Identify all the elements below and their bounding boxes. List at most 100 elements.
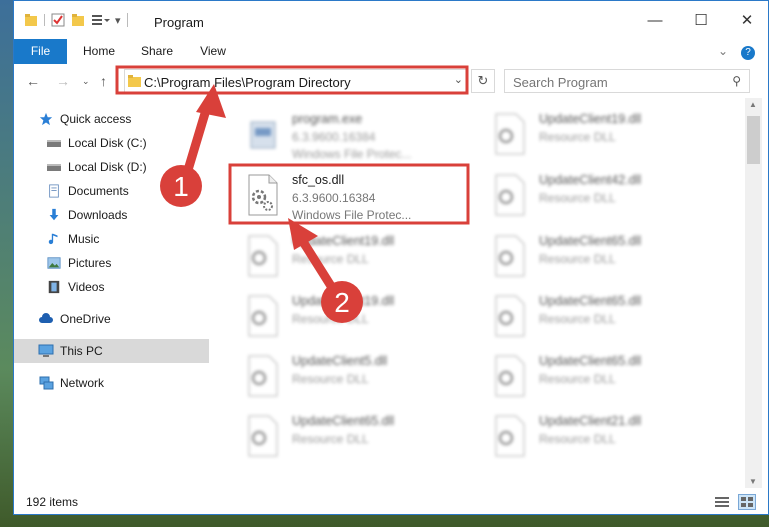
toolbar-divider [126,13,128,27]
scrollbar-thumb[interactable] [747,116,760,164]
file-item[interactable]: UpdateClient19.dll Resource DLL [486,106,726,164]
nav-label: Pictures [68,256,112,270]
quick-access-toolbar: ▾ [24,13,134,27]
tab-view[interactable]: View [188,39,238,64]
recent-dropdown-icon[interactable]: ⌄ [82,76,90,87]
nav-item-quick-access[interactable]: Quick access [14,107,232,131]
nav-item-onedrive[interactable]: OneDrive [14,307,232,331]
drive-icon [47,140,61,147]
maximize-icon: ☐ [694,12,708,29]
large-icons-view-icon[interactable] [738,494,756,510]
file-version: Resource DLL [539,191,616,205]
file-item[interactable]: UpdateClient65.dll Resource DLL [486,228,726,286]
dll-file-icon [495,415,525,457]
new-folder-icon[interactable] [71,13,85,27]
search-box[interactable]: ⚲ [504,69,750,93]
properties-icon[interactable] [51,13,65,27]
dll-file-icon [248,235,278,277]
folder-icon[interactable] [24,13,38,27]
nav-item-pictures[interactable]: Pictures 📌 [14,251,240,275]
nav-item-network[interactable]: Network [14,371,232,395]
file-item[interactable]: UpdateClient5.dll Resource DLL [239,348,479,406]
details-view-icon[interactable] [714,495,730,509]
file-version: 6.3.9600.16384 [292,130,376,144]
nav-item-videos[interactable]: Videos 📌 [14,275,240,299]
toolbar-dropdown-icon[interactable]: ▾ [115,14,121,27]
file-version: Resource DLL [539,372,616,386]
file-item[interactable]: UpdateClient65.dll Resource DLL [486,348,726,406]
file-name: UpdateClient65.dll [292,414,395,428]
nav-item-music[interactable]: Music 📌 [14,227,240,251]
folder-icon [128,75,141,87]
file-name: UpdateClient21.dll [539,414,642,428]
nav-item-local-disk-d[interactable]: Local Disk (D:) 📌 [14,155,240,179]
help-icon: ? [741,46,755,60]
file-item-sfc-os-dll[interactable]: sfc_os.dll 6.3.9600.16384 Windows File P… [239,167,479,225]
nav-label: This PC [60,344,103,358]
nav-item-downloads[interactable]: Downloads 📌 [14,203,240,227]
up-button[interactable]: ↑ [100,73,107,89]
exe-file-icon [250,121,276,149]
nav-item-documents[interactable]: Documents 📌 [14,179,240,203]
file-item[interactable]: UpdateClient65.dll Resource DLL [486,288,726,346]
nav-label: Network [60,376,105,390]
file-description: Windows File Protec... [292,147,412,161]
file-name: UpdateClient42.dll [539,173,642,187]
forward-button[interactable]: → [56,73,70,89]
scroll-down-icon[interactable]: ▼ [749,477,757,486]
address-bar[interactable]: C:\Program Files\Program Directory ⌄ [124,69,468,93]
nav-item-local-disk-c[interactable]: Local Disk (C:) 📌 [14,131,240,155]
dll-file-icon [495,235,525,277]
refresh-button[interactable]: ↻ [471,69,495,93]
status-bar: 192 items [14,488,768,514]
file-version: Resource DLL [539,130,616,144]
file-item[interactable]: UpdateClient42.dll Resource DLL [486,167,726,225]
file-name: UpdateClient65.dll [539,354,642,368]
file-name: UpdateClient19.dll [292,294,395,308]
expand-ribbon-icon[interactable]: ⌄ [714,39,732,64]
nav-label: Local Disk (D:) [68,160,147,174]
maximize-button[interactable]: ☐ [678,1,724,39]
address-row: ← → ⌄ ↑ C:\Program Files\Program Directo… [14,64,768,98]
file-version: Resource DLL [539,252,616,266]
file-version: Resource DLL [292,432,369,446]
computer-icon [38,344,54,357]
file-item[interactable]: UpdateClient65.dll Resource DLL [239,408,479,466]
ribbon-tabs: File Home Share View ⌄ ? [14,39,768,97]
back-button[interactable]: ← [26,73,40,89]
drive-icon [47,164,61,171]
nav-item-this-pc[interactable]: This PC [14,339,232,363]
file-item[interactable]: UpdateClient19.dll Resource DLL [239,288,479,346]
file-version: Resource DLL [539,312,616,326]
file-name: UpdateClient65.dll [539,234,642,248]
minimize-button[interactable]: — [632,1,678,39]
file-item-program-exe[interactable]: program.exe 6.3.9600.16384 Windows File … [239,106,479,164]
vertical-scrollbar[interactable]: ▲ ▼ [745,98,762,488]
close-button[interactable]: ✕ [724,1,768,39]
refresh-icon: ↻ [477,73,489,88]
file-item[interactable]: UpdateClient19.dll Resource DLL [239,228,479,286]
file-version: Resource DLL [539,432,616,446]
dll-file-icon [248,415,278,457]
nav-label: Documents [68,184,129,198]
dll-file-icon [495,174,525,216]
scroll-up-icon[interactable]: ▲ [749,100,757,109]
pictures-icon [47,257,61,269]
file-description: Windows File Protec... [292,208,412,222]
navigation-pane: Quick access Local Disk (C:) 📌 Local Dis… [14,98,234,488]
file-item[interactable]: UpdateClient21.dll Resource DLL [486,408,726,466]
search-input[interactable] [511,73,725,91]
dll-file-icon [495,295,525,337]
address-dropdown-icon[interactable]: ⌄ [454,73,463,86]
network-icon [39,376,54,390]
close-icon: ✕ [740,12,754,29]
tab-home[interactable]: Home [74,39,124,64]
customize-toolbar-icon[interactable] [91,13,111,27]
title-bar: ▾ Program — ☐ ✕ [14,1,768,39]
file-list: program.exe 6.3.9600.16384 Windows File … [209,98,745,488]
address-path: C:\Program Files\Program Directory [144,75,351,90]
help-button[interactable]: ? [736,39,760,64]
dll-file-icon [248,355,278,397]
tab-share[interactable]: Share [132,39,182,64]
window-title: Program [154,15,204,30]
